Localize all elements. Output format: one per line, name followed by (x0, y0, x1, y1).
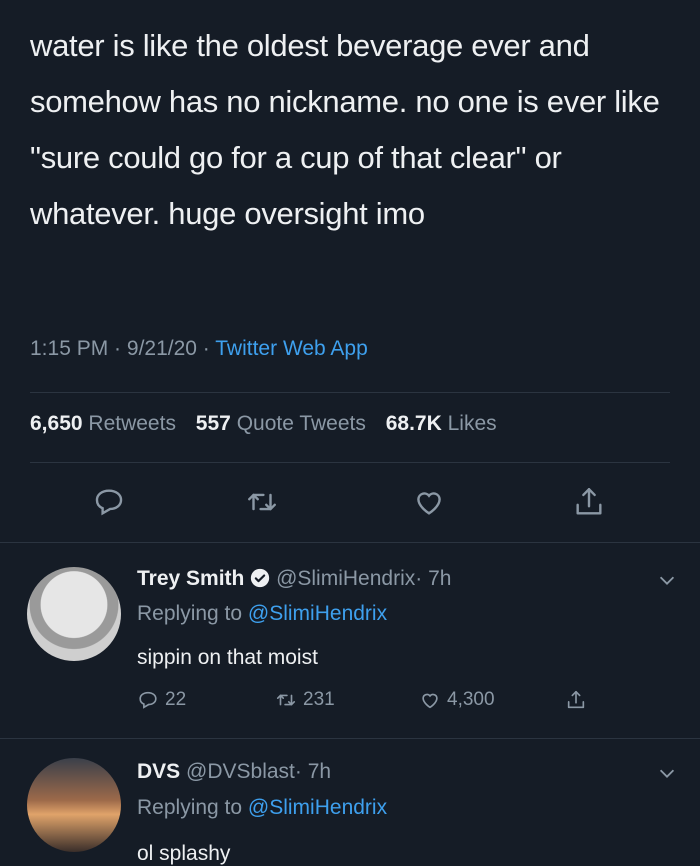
avatar[interactable] (27, 758, 121, 852)
retweet-icon (276, 694, 296, 706)
verified-badge-icon (251, 568, 270, 588)
display-name[interactable]: Trey Smith (137, 567, 244, 590)
replying-label: Replying to (137, 602, 243, 625)
reply-icon (139, 691, 157, 709)
avatar[interactable] (27, 567, 121, 661)
tweet-source-link[interactable]: Twitter Web App (215, 337, 368, 360)
like-count: 4,300 (447, 689, 495, 710)
divider (30, 462, 670, 463)
replying-to-handle[interactable]: @SlimiHendrix (248, 602, 387, 625)
meta-separator: · (108, 337, 127, 360)
reply-tweet[interactable]: Trey Smith @SlimiHendrix· 7h Replying to… (0, 542, 700, 737)
tweet-text: water is like the oldest beverage ever a… (30, 28, 660, 231)
like-button[interactable] (412, 485, 452, 525)
tweet-stats: 6,650 Retweets 557 Quote Tweets 68.7K Li… (30, 412, 511, 436)
quote-tweets-label: Quote Tweets (236, 412, 366, 435)
reply-author: DVS @DVSblast· 7h (137, 760, 331, 784)
tweet-time: 1:15 PM (30, 337, 109, 360)
reply-share-button[interactable] (565, 689, 587, 711)
heart-icon (417, 492, 441, 515)
retweet-icon (248, 493, 276, 511)
retweets-label: Retweets (88, 412, 176, 435)
retweets-count: 6,650 (30, 412, 83, 435)
replying-to-handle[interactable]: @SlimiHendrix (248, 796, 387, 819)
reply-reply-button[interactable]: 22 (137, 689, 186, 711)
replying-label: Replying to (137, 796, 243, 819)
tweet-date: 9/21/20 (126, 337, 197, 360)
likes-stat[interactable]: 68.7K Likes (386, 412, 497, 435)
share-icon (576, 488, 602, 515)
chevron-down-icon[interactable] (656, 569, 678, 591)
reply-author: Trey Smith @SlimiHendrix· 7h (137, 567, 451, 591)
reply-time: · 7h (415, 567, 452, 590)
handle[interactable]: @SlimiHendrix (276, 567, 415, 590)
divider (30, 392, 670, 393)
likes-count: 68.7K (385, 412, 442, 435)
reply-like-button[interactable]: 4,300 (419, 689, 495, 711)
reply-time: · 7h (294, 760, 332, 783)
chevron-down-icon[interactable] (656, 762, 678, 784)
tweet-meta: 1:15 PM · 9/21/20 · Twitter Web App (30, 337, 368, 361)
share-icon (567, 690, 585, 709)
retweet-button[interactable] (245, 485, 285, 525)
replying-to: Replying to @SlimiHendrix (137, 602, 387, 626)
likes-label: Likes (447, 412, 497, 435)
quote-tweets-count: 557 (195, 412, 231, 435)
reply-text: ol splashy (137, 842, 231, 865)
reply-count: 22 (165, 689, 187, 710)
retweet-count: 231 (303, 689, 335, 710)
display-name[interactable]: DVS (137, 760, 180, 783)
reply-tweet[interactable]: DVS @DVSblast· 7h Replying to @SlimiHend… (0, 738, 700, 865)
handle[interactable]: @DVSblast (186, 760, 295, 783)
retweets-stat[interactable]: 6,650 Retweets (30, 412, 176, 435)
reply-text: sippin on that moist (137, 646, 318, 669)
reply-icon (95, 489, 123, 516)
quote-tweets-stat[interactable]: 557 Quote Tweets (196, 412, 366, 435)
reply-button[interactable] (92, 485, 132, 525)
share-button[interactable] (572, 485, 612, 525)
meta-separator: · (196, 337, 216, 360)
heart-icon (422, 693, 438, 709)
replying-to: Replying to @SlimiHendrix (137, 796, 387, 820)
reply-retweet-button[interactable]: 231 (275, 689, 335, 711)
tweet-action-bar (0, 485, 700, 525)
